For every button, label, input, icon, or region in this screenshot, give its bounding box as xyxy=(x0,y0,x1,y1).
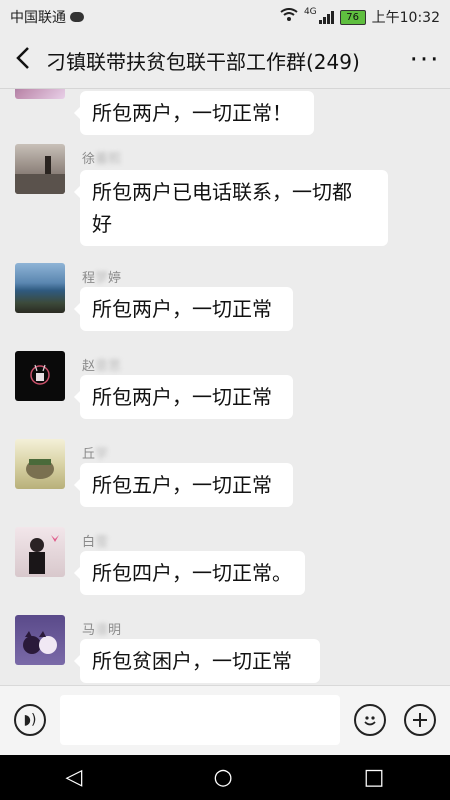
voice-button[interactable]: ◗) xyxy=(14,704,46,736)
more-dots-icon: ··· xyxy=(409,45,441,75)
message-bubble[interactable]: 所包五户，一切正常 xyxy=(74,463,293,507)
sender-name: 赵意思 xyxy=(82,359,122,374)
chat-header: 刁镇联带扶贫包联干部工作群(249) ··· xyxy=(0,32,450,89)
message-text: 所包五户，一切正常 xyxy=(92,473,272,497)
message-bubble[interactable]: 所包两户，一切正常 xyxy=(74,287,293,331)
status-right: 4G 76 上午10:32 xyxy=(280,7,440,27)
emoji-icon xyxy=(364,716,376,726)
avatar-image xyxy=(15,156,65,194)
avatar[interactable] xyxy=(15,439,65,489)
sender-name: 白雪 xyxy=(82,535,109,550)
avatar[interactable] xyxy=(15,263,65,313)
message-list[interactable]: 所包两户，一切正常！ 徐蕃熙 所包两户已电话联系，一切都 好 程梦婷 所包两户，… xyxy=(0,89,450,685)
network-type: 4G xyxy=(303,7,317,17)
avatar[interactable] xyxy=(15,144,65,194)
avatar[interactable] xyxy=(15,527,65,577)
system-nav-bar: ◁ ○ □ xyxy=(0,755,450,800)
sender-name: 丘学 xyxy=(82,447,109,462)
status-bar: 中国联通 4G 76 上午10:32 xyxy=(0,0,450,32)
message-text: 所包两户，一切正常 xyxy=(92,385,272,409)
emoji-button[interactable] xyxy=(354,704,386,736)
message-bubble[interactable]: 所包两户已电话联系，一切都 好 xyxy=(74,170,388,246)
message-bubble[interactable]: 所包贫困户，一切正常 xyxy=(74,639,320,683)
battery-icon: 76 xyxy=(339,9,366,25)
chevron-left-icon xyxy=(16,46,29,69)
sender-name: 马凛明 xyxy=(82,623,122,638)
avatar-image xyxy=(26,459,54,479)
message-bubble[interactable]: 所包四户，一切正常。 xyxy=(74,551,305,595)
back-button[interactable] xyxy=(0,44,46,77)
message-text: 所包两户，一切正常！ xyxy=(92,101,292,125)
carrier-label: 中国联通 xyxy=(10,10,66,26)
message-text: 所包贫困户，一切正常 xyxy=(92,649,292,673)
message-input[interactable] xyxy=(60,695,340,745)
input-bar: ◗) xyxy=(0,685,450,756)
voice-icon: ◗) xyxy=(23,712,37,728)
battery-level: 76 xyxy=(346,11,359,23)
deer-icon xyxy=(30,364,50,385)
sender-name: 程梦婷 xyxy=(82,271,122,286)
nav-home-button[interactable]: ○ xyxy=(213,765,232,790)
plus-icon xyxy=(413,713,427,727)
sender-name: 徐蕃熙 xyxy=(82,152,122,167)
status-left: 中国联通 xyxy=(10,7,84,27)
nav-back-button[interactable]: ◁ xyxy=(66,765,83,790)
cloud-icon xyxy=(70,12,84,22)
plus-button[interactable] xyxy=(404,704,436,736)
message-bubble[interactable]: 所包两户，一切正常 xyxy=(74,375,293,419)
message-text-line2: 好 xyxy=(92,212,112,236)
avatar[interactable] xyxy=(15,615,65,665)
avatar-image xyxy=(29,535,59,574)
more-button[interactable]: ··· xyxy=(400,45,450,75)
chat-title: 刁镇联带扶贫包联干部工作群(249) xyxy=(46,49,360,74)
message-text-line1: 所包两户已电话联系，一切都 xyxy=(92,180,352,204)
nav-recent-button[interactable]: □ xyxy=(364,765,385,790)
cat-icon xyxy=(23,631,57,654)
clock: 上午10:32 xyxy=(371,10,440,26)
message-text: 所包两户，一切正常 xyxy=(92,297,272,321)
signal-icon xyxy=(318,10,334,24)
message-bubble[interactable]: 所包两户，一切正常！ xyxy=(74,91,314,135)
wifi-icon xyxy=(280,8,298,26)
avatar[interactable] xyxy=(15,89,65,99)
message-text: 所包四户，一切正常。 xyxy=(92,561,292,585)
avatar[interactable] xyxy=(15,351,65,401)
